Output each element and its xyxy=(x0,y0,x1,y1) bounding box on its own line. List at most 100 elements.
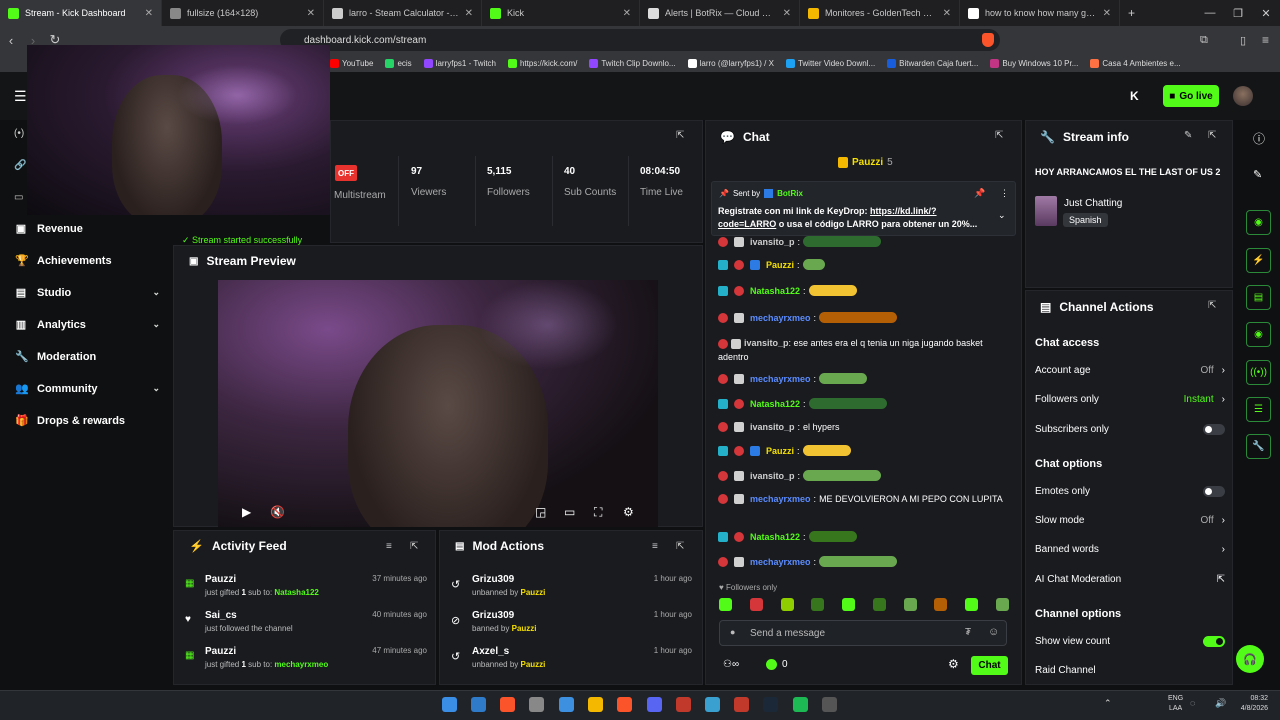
chat-username[interactable]: mechayrxmeo xyxy=(750,557,811,567)
link-icon[interactable]: 🔗 xyxy=(14,160,26,171)
emote-icon[interactable] xyxy=(780,598,794,611)
sidebar-item-achievements[interactable]: 🏆 Achievements xyxy=(15,254,160,268)
browser-tab[interactable]: Alerts | BotRix — Cloud Streaming E ✕ xyxy=(640,0,800,26)
restore-icon[interactable]: ❐ xyxy=(1224,0,1252,26)
sidebar-item-community[interactable]: 👥 Community ⌄ xyxy=(15,382,160,396)
notes-icon[interactable] xyxy=(705,697,720,712)
edit-icon[interactable]: ✎ xyxy=(1253,168,1262,181)
close-tab-icon[interactable]: ✕ xyxy=(307,8,315,19)
chat-username[interactable]: ivansito_p xyxy=(750,471,795,481)
brave-browser-icon[interactable] xyxy=(617,697,632,712)
emoji-icon[interactable]: ☺ xyxy=(988,626,999,638)
popout-icon[interactable]: ⇱ xyxy=(676,541,684,552)
minimize-icon[interactable]: — xyxy=(1196,0,1224,26)
bookmark-item[interactable]: Buy Windows 10 Pr... xyxy=(990,58,1078,68)
popout-icon[interactable]: ⇱ xyxy=(1208,300,1216,311)
wrench-icon[interactable]: 🔧 xyxy=(1246,434,1271,459)
list-icon[interactable]: ☰ xyxy=(1246,397,1271,422)
popout-icon[interactable]: ⇱ xyxy=(676,130,684,141)
chat-username[interactable]: ivansito_p xyxy=(750,422,795,432)
close-tab-icon[interactable]: ✕ xyxy=(465,8,473,19)
broadcast-icon[interactable]: ((•)) xyxy=(1246,360,1271,385)
chat-settings-icon[interactable]: ● xyxy=(730,627,735,637)
extensions-icon[interactable]: ⧉ xyxy=(1200,34,1208,47)
show-view-count-toggle[interactable] xyxy=(1203,636,1225,647)
pin-action-icon[interactable]: 📌 xyxy=(974,188,985,199)
bookmark-item[interactable]: ecis xyxy=(385,58,412,68)
emote-icon[interactable] xyxy=(995,598,1009,611)
filter-icon[interactable]: ≡ xyxy=(652,541,658,552)
top-gifter[interactable]: Pauzzi 5 xyxy=(838,157,893,168)
folder-icon[interactable] xyxy=(588,697,603,712)
ai-moderation-row[interactable]: AI Chat Moderation ⇱ xyxy=(1035,574,1225,585)
fullscreen-icon[interactable]: ⛶ xyxy=(594,505,602,520)
close-window-icon[interactable]: ✕ xyxy=(1252,0,1280,26)
account-age-row[interactable]: Account age Off › xyxy=(1035,365,1225,376)
app-icon[interactable] xyxy=(676,697,691,712)
browser-tab[interactable]: larro - Steam Calculator - 76561198 ✕ xyxy=(324,0,482,26)
tray-chevron-icon[interactable]: ⌃ xyxy=(1104,698,1112,709)
emote-icon[interactable] xyxy=(872,598,886,611)
filter-icon[interactable]: ≡ xyxy=(386,541,392,552)
bookmark-item[interactable]: YouTube xyxy=(330,58,373,68)
pip-icon[interactable]: ◲ xyxy=(535,505,546,519)
app2-icon[interactable] xyxy=(734,697,749,712)
volume-icon[interactable]: 🔊 xyxy=(1215,698,1226,709)
obs-icon[interactable] xyxy=(822,697,837,712)
browser-tab[interactable]: Stream - Kick Dashboard ✕ xyxy=(0,0,162,26)
chevron-down-icon[interactable]: ⌄ xyxy=(998,210,1006,221)
pinned-message[interactable]: 📌 Sent by BotRix 📌 ⋮ ⌄ Registrate con mi… xyxy=(711,181,1016,236)
chat-input[interactable]: ● Send a message ₮ ☺ xyxy=(719,620,1007,646)
activity-target[interactable]: Natasha122 xyxy=(274,588,318,597)
browser-icon[interactable] xyxy=(559,697,574,712)
bolt-icon[interactable]: ⚡ xyxy=(1246,248,1271,273)
chat-username[interactable]: mechayrxmeo xyxy=(750,374,811,384)
go-live-button[interactable]: ■ Go live xyxy=(1163,85,1219,107)
emote-icon[interactable] xyxy=(749,598,763,611)
chat-username[interactable]: mechayrxmeo xyxy=(750,313,811,323)
play-icon[interactable]: ▶ xyxy=(242,505,251,519)
chat-username[interactable]: Natasha122 xyxy=(750,399,800,409)
settings-icon[interactable] xyxy=(529,697,544,712)
windows-start-icon[interactable] xyxy=(442,697,457,712)
browser-tab[interactable]: fullsize (164×128) ✕ xyxy=(162,0,324,26)
close-tab-icon[interactable]: ✕ xyxy=(623,8,631,19)
chat-username[interactable]: Natasha122 xyxy=(750,532,800,542)
chat-gear-icon[interactable]: ⚙ xyxy=(948,657,959,671)
chat-username[interactable]: Pauzzi xyxy=(766,260,794,270)
emote-icon[interactable] xyxy=(965,598,979,611)
browser-tab[interactable]: Monitores - GoldenTech Store ✕ xyxy=(800,0,960,26)
close-tab-icon[interactable]: ✕ xyxy=(943,8,951,19)
popout-icon[interactable]: ⇱ xyxy=(1208,130,1216,141)
clock[interactable]: 08:32 4/8/2026 xyxy=(1228,694,1268,714)
url-field[interactable]: dashboard.kick.com/stream xyxy=(280,29,1000,51)
mute-icon[interactable]: 🔇 xyxy=(270,505,285,519)
banned-words-row[interactable]: Banned words › xyxy=(1035,544,1225,555)
emote-icon[interactable] xyxy=(719,598,732,611)
video-player[interactable] xyxy=(218,280,658,527)
brave-icon[interactable] xyxy=(500,697,515,712)
emote-icon[interactable] xyxy=(934,598,948,611)
chat-username[interactable]: mechayrxmeo xyxy=(750,494,811,504)
edit-pencil-icon[interactable]: ✎ xyxy=(1184,130,1192,141)
clipboard-icon[interactable]: ▤ xyxy=(1246,285,1271,310)
popout-icon[interactable]: ⇱ xyxy=(410,541,418,552)
sidebar-item-drops-rewards[interactable]: 🎁 Drops & rewards xyxy=(15,414,160,428)
chat-username[interactable]: ivansito_p xyxy=(750,237,795,247)
chat-username[interactable]: Natasha122 xyxy=(750,286,800,296)
discord-icon[interactable] xyxy=(647,697,662,712)
sidebar-item-moderation[interactable]: 🔧 Moderation xyxy=(15,350,160,364)
spotify-icon[interactable] xyxy=(793,697,808,712)
bookmark-item[interactable]: Bitwarden Caja fuert... xyxy=(887,58,978,68)
kick-k-icon[interactable]: K xyxy=(1130,89,1139,103)
activity-target[interactable]: mechayrxmeo xyxy=(274,660,328,669)
emotes-only-toggle[interactable] xyxy=(1203,486,1225,497)
sidebar-item-analytics[interactable]: ▥ Analytics ⌄ xyxy=(15,318,160,332)
emote-icon[interactable] xyxy=(842,598,856,611)
slow-mode-row[interactable]: Slow mode Off › xyxy=(1035,515,1225,526)
menu-icon[interactable]: ≡ xyxy=(1262,33,1269,47)
raid-channel-row[interactable]: Raid Channel xyxy=(1035,665,1225,676)
mod-actor[interactable]: Pauzzi xyxy=(512,624,537,633)
network-icon[interactable]: ◌ xyxy=(1190,698,1195,708)
theater-icon[interactable]: ▭ xyxy=(564,505,575,519)
